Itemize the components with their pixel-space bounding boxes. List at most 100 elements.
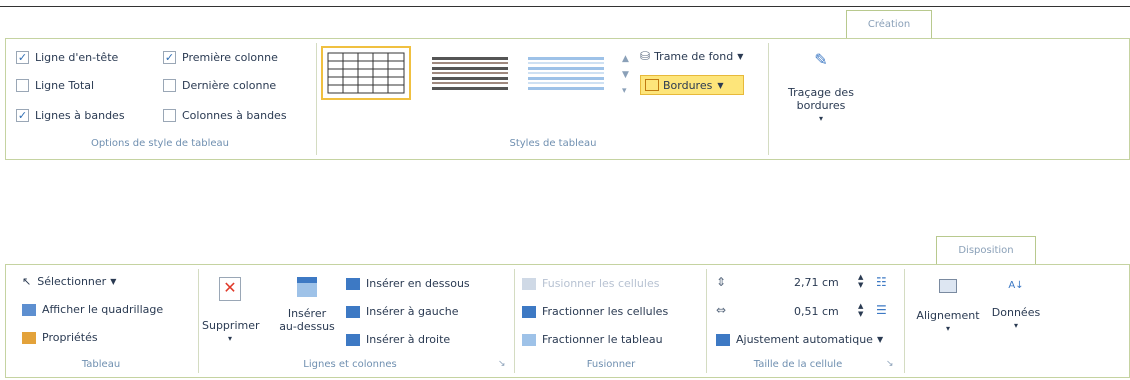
select-label: Sélectionner [37,275,107,288]
draw-borders-button[interactable]: ✎ Traçage des bordures ▾ [776,50,866,125]
gallery-up-icon[interactable]: ▲ [622,51,629,67]
alignment-icon [939,279,957,293]
width-field[interactable]: 0,51 cm [794,305,839,318]
split-cells-button[interactable]: Fractionner les cellules [522,305,668,318]
chevron-down-icon: ▾ [818,114,823,123]
checkbox-total-row[interactable] [16,79,29,92]
merge-cells-button[interactable]: Fusionner les cellules [522,277,659,290]
draw-borders-label-2: bordures [796,99,846,112]
checkbox-last-column[interactable] [163,79,176,92]
merge-cells-label: Fusionner les cellules [542,277,660,290]
paint-bucket-icon: ⛁ [640,49,651,63]
gallery-scroll[interactable]: ▲ ▼ ▾ [622,51,629,99]
tab-creation[interactable]: Création [846,10,932,41]
merge-cells-icon [522,277,536,290]
autofit-icon [716,333,730,346]
gallery-more-icon[interactable]: ▾ [622,83,629,99]
autofit-button[interactable]: Ajustement automatique ▼ [716,333,883,346]
checkbox-banded-rows[interactable]: ✓ [16,109,29,122]
data-label: Données [991,306,1041,319]
separator [706,269,707,373]
shading-button[interactable]: ⛁ Trame de fond ▼ [640,49,743,63]
delete-label: Supprimer [202,319,260,332]
alignment-button[interactable]: Alignement ▾ [910,279,986,335]
borders-label: Bordures [663,78,713,92]
height-spinner[interactable]: ▲ ▼ [858,273,863,289]
insert-right-icon [346,333,360,346]
table-style-dark[interactable] [430,53,512,93]
checkbox-first-column[interactable]: ✓ [163,51,176,64]
group-label-table-styles: Styles de tableau [509,138,597,149]
label-first-column: Première colonne [182,51,278,64]
window-top-border [0,6,1130,7]
separator [198,269,199,373]
dark-style-icon [432,57,508,90]
autofit-label: Ajustement automatique [736,333,873,346]
separator [904,269,905,373]
split-table-icon [522,333,536,346]
group-label-rows-columns: Lignes et colonnes [303,359,397,370]
height-field[interactable]: 2,71 cm [794,276,839,289]
properties-label: Propriétés [42,331,98,344]
width-spinner[interactable]: ▲ ▼ [858,302,863,318]
insert-above-label-1: Insérer [287,307,327,320]
tab-disposition-label: Disposition [958,245,1014,256]
borders-icon [645,79,659,91]
draw-borders-label-1: Traçage des [788,86,854,99]
gridlines-icon [22,303,36,316]
insert-below-icon [346,277,360,290]
chevron-down-icon: ▼ [876,335,884,344]
delete-button[interactable]: ✕ Supprimer ▾ [202,277,260,345]
dialog-launcher-icon[interactable]: ↘ [886,359,894,369]
group-label-cell-size: Taille de la cellule [753,359,843,370]
column-width-icon: ⇔ [716,303,727,317]
row-height-icon: ⇕ [716,275,727,289]
label-banded-rows: Lignes à bandes [35,109,125,122]
split-cells-label: Fractionner les cellules [542,305,669,318]
split-cells-icon [522,305,536,318]
checkbox-header-row[interactable]: ✓ [16,51,29,64]
insert-above-label-2: au-dessus [279,320,335,333]
insert-below-label: Insérer en dessous [366,277,470,290]
table-style-light-blue[interactable] [526,53,608,93]
chevron-down-icon: ▼ [110,277,117,286]
properties-icon [22,331,36,344]
table-style-grid[interactable] [321,46,411,100]
distribute-rows-icon[interactable]: ☷ [876,275,887,289]
gallery-down-icon[interactable]: ▼ [622,67,629,83]
label-total-row: Ligne Total [35,79,95,92]
gridlines-label: Afficher le quadrillage [42,303,164,316]
properties-button[interactable]: Propriétés [22,331,98,344]
split-table-label: Fractionner le tableau [542,333,663,346]
split-table-button[interactable]: Fractionner le tableau [522,333,663,346]
select-button[interactable]: ↖ Sélectionner ▼ [22,275,116,288]
pencil-icon: ✎ [814,50,828,69]
group-label-table: Tableau [81,359,121,370]
tab-disposition[interactable]: Disposition [936,236,1036,267]
insert-below-button[interactable]: Insérer en dessous [346,277,470,290]
insert-right-label: Insérer à droite [366,333,451,346]
chevron-down-icon: ▼ [737,51,744,61]
cursor-icon: ↖ [22,275,32,288]
delete-icon: ✕ [219,277,241,301]
ribbon-creation: ✓ Ligne d'en-tête Ligne Total ✓ Lignes à… [5,38,1130,160]
insert-left-label: Insérer à gauche [366,305,459,318]
separator [316,43,317,155]
data-button[interactable]: A↓ Données ▾ [986,279,1046,332]
insert-right-button[interactable]: Insérer à droite [346,333,450,346]
tab-creation-label: Création [867,19,911,30]
borders-button[interactable]: Bordures ▼ [640,75,744,95]
light-style-icon [528,57,604,90]
insert-left-button[interactable]: Insérer à gauche [346,305,459,318]
dialog-launcher-icon[interactable]: ↘ [498,359,506,369]
sort-icon: A↓ [1008,280,1024,291]
chevron-down-icon: ▼ [717,80,724,90]
distribute-columns-icon[interactable]: ☰ [876,303,887,317]
gridlines-button[interactable]: Afficher le quadrillage [22,303,163,316]
insert-above-button[interactable]: Insérer au-dessus [272,277,342,333]
chevron-down-icon: ▾ [1013,321,1018,330]
label-header-row: Ligne d'en-tête [35,51,119,64]
group-label-style-options: Options de style de tableau [90,138,230,149]
chevron-down-icon: ▾ [945,324,950,333]
checkbox-banded-columns[interactable] [163,109,176,122]
